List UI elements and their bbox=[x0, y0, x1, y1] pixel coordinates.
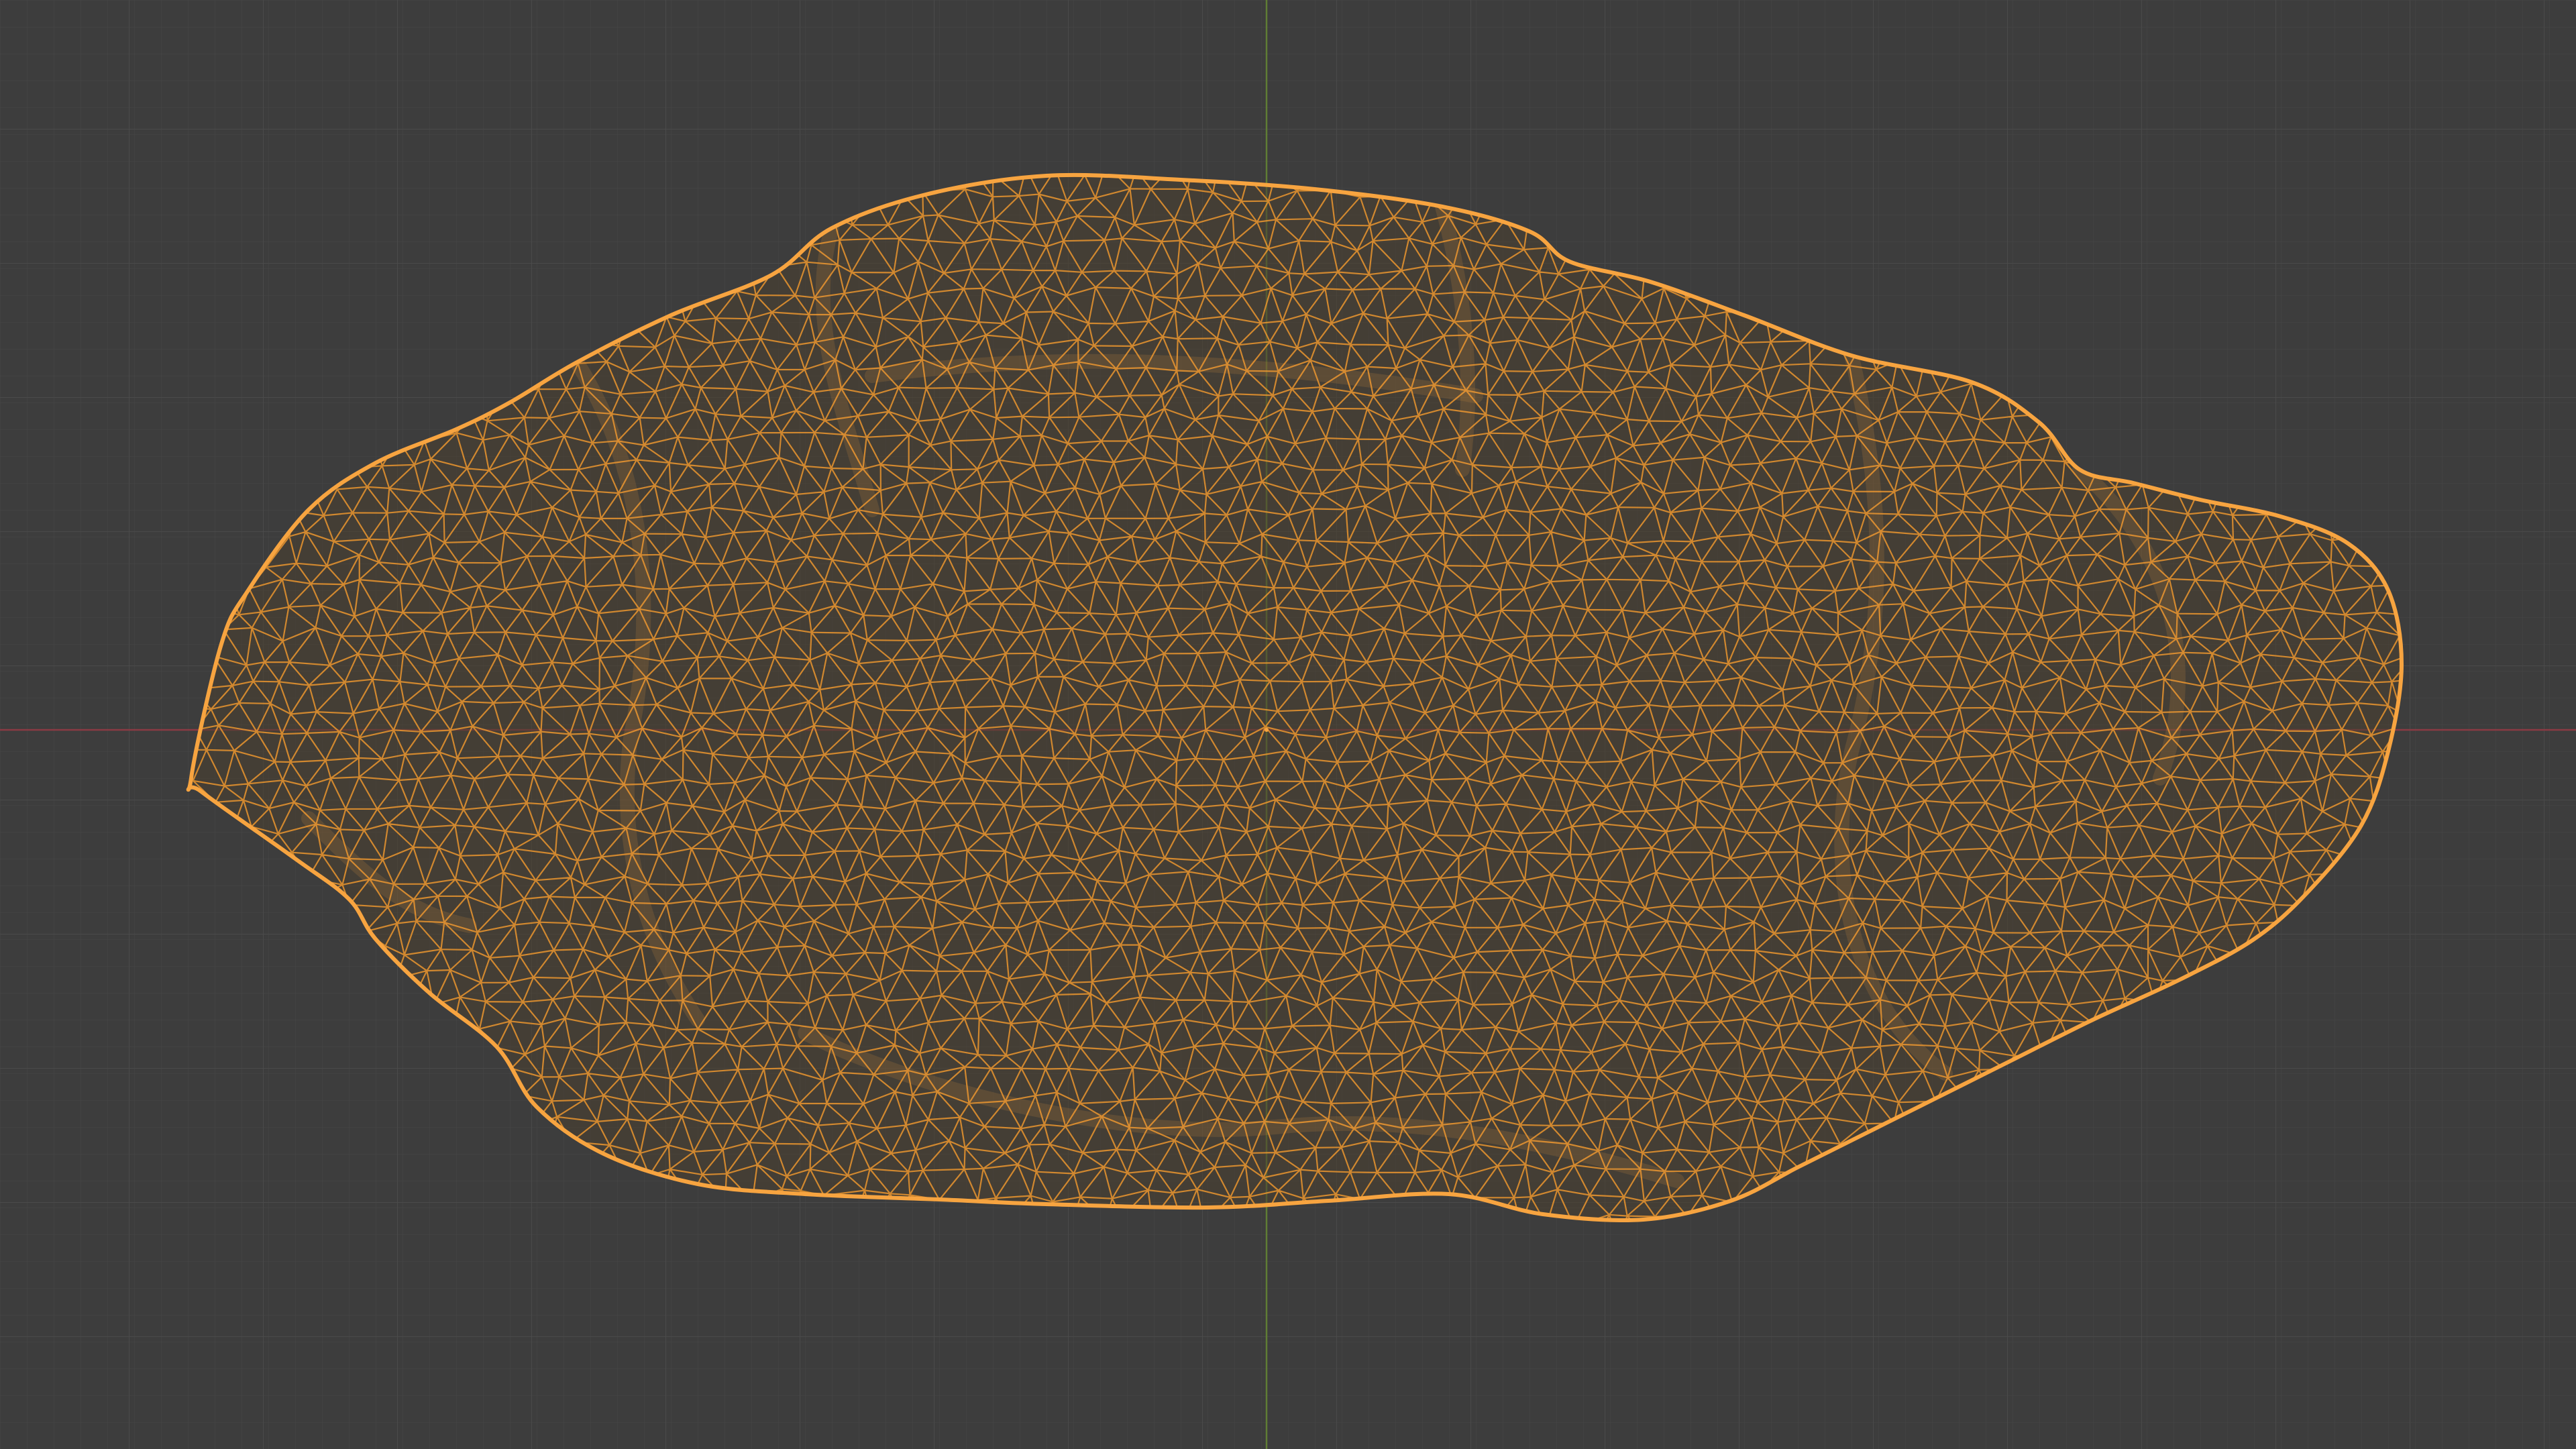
3d-viewport[interactable] bbox=[0, 0, 2576, 1449]
viewport-canvas[interactable] bbox=[0, 0, 2576, 1449]
origin-point bbox=[1265, 728, 1269, 732]
